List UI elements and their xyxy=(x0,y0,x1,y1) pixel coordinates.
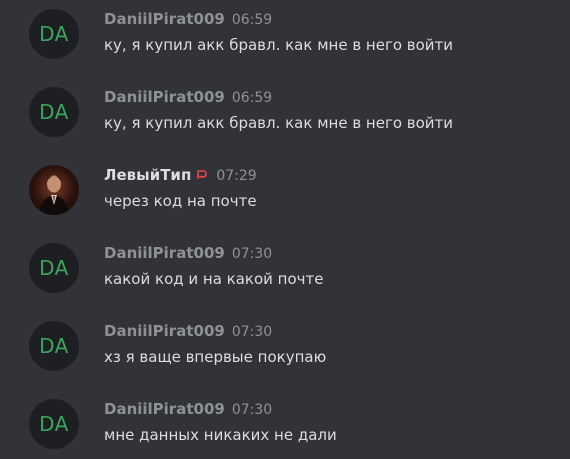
message-text: мне данных никаких не дали xyxy=(104,426,337,444)
timestamp: 07:29 xyxy=(216,168,257,184)
message[interactable]: DA DaniilPirat009 06:59 ку, я купил акк б… xyxy=(0,81,570,159)
timestamp: 07:30 xyxy=(231,324,273,340)
message[interactable]: ЛевыйТип 07:29 через код на почте xyxy=(0,159,570,237)
message-header: DaniilPirat009 07:30 xyxy=(104,243,272,263)
avatar[interactable]: DA xyxy=(29,243,79,293)
avatar[interactable]: DA xyxy=(29,9,79,59)
avatar-initials: DA xyxy=(39,256,69,280)
username[interactable]: DaniilPirat009 xyxy=(104,88,225,106)
message-text: какой код и на какой почте xyxy=(104,270,324,288)
message-header: DaniilPirat009 06:59 xyxy=(104,87,272,107)
username[interactable]: DaniilPirat009 xyxy=(104,244,225,262)
message-text: хз я ваще впервые покупаю xyxy=(104,348,327,366)
avatar[interactable]: DA xyxy=(29,321,79,371)
timestamp: 06:59 xyxy=(231,90,273,106)
message-header: DaniilPirat009 07:30 xyxy=(104,321,272,341)
timestamp: 07:30 xyxy=(231,402,273,418)
chat-messages: DA DaniilPirat009 06:59 ку, я купил акк б… xyxy=(0,0,570,459)
avatar[interactable]: DA xyxy=(29,87,79,137)
username[interactable]: ЛевыйТип xyxy=(104,166,191,184)
avatar-initials: DA xyxy=(39,100,69,124)
message[interactable]: DA DaniilPirat009 07:30 хз я ваще впервые… xyxy=(0,315,570,393)
message-text: ку, я купил акк бравл. как мне в него во… xyxy=(104,114,454,132)
message-header: DaniilPirat009 06:59 xyxy=(104,9,272,29)
username[interactable]: DaniilPirat009 xyxy=(104,322,225,340)
username[interactable]: DaniilPirat009 xyxy=(104,10,225,28)
message[interactable]: DA DaniilPirat009 07:30 какой код и на ка… xyxy=(0,237,570,315)
message-text: ку, я купил акк бравл. как мне в него во… xyxy=(104,36,454,54)
message-header: ЛевыйТип 07:29 xyxy=(104,165,257,185)
avatar[interactable] xyxy=(29,165,79,215)
timestamp: 07:30 xyxy=(231,246,273,262)
user-photo-icon xyxy=(39,175,69,215)
message-header: DaniilPirat009 07:30 xyxy=(104,399,272,419)
message[interactable]: DA DaniilPirat009 07:30 мне данных никаки… xyxy=(0,393,570,459)
avatar-initials: DA xyxy=(39,334,69,358)
avatar[interactable]: DA xyxy=(29,399,79,449)
shield-role-icon xyxy=(195,167,209,181)
avatar-initials: DA xyxy=(39,412,69,436)
avatar-initials: DA xyxy=(39,22,69,46)
timestamp: 06:59 xyxy=(231,12,273,28)
message-text: через код на почте xyxy=(104,192,257,210)
username[interactable]: DaniilPirat009 xyxy=(104,400,225,418)
message[interactable]: DA DaniilPirat009 06:59 ку, я купил акк б… xyxy=(0,3,570,81)
